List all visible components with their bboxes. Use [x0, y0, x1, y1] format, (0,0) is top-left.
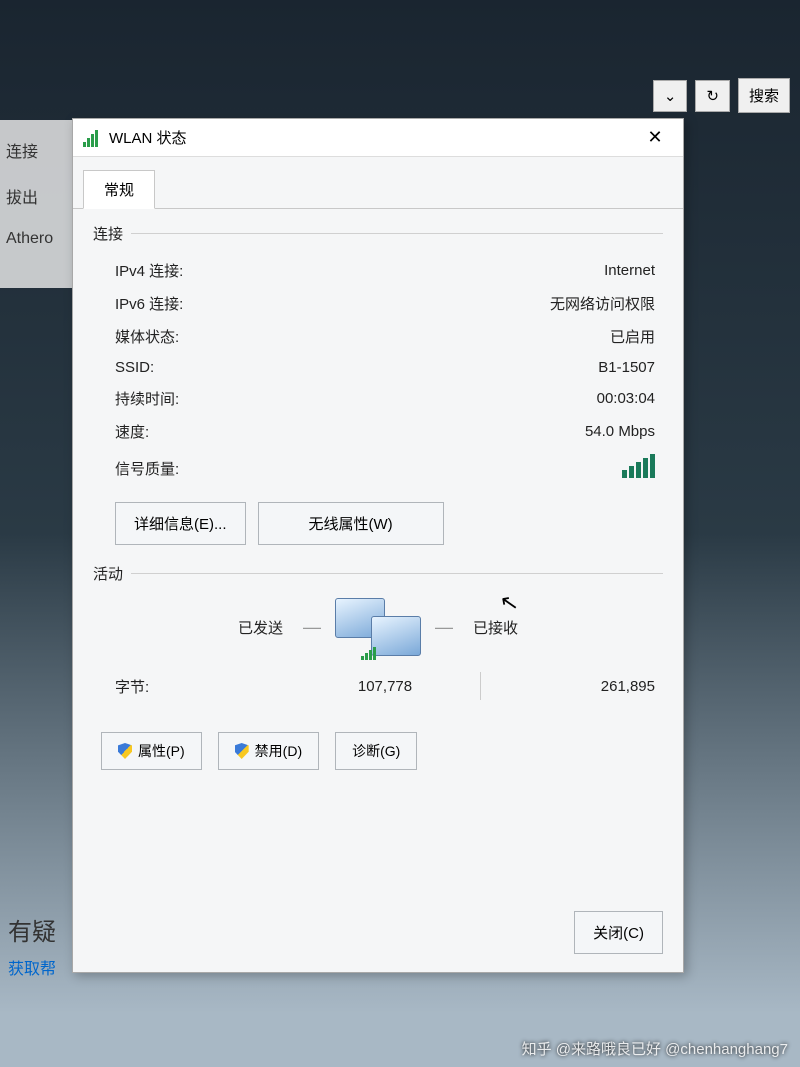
media-state-label: 媒体状态:	[115, 326, 179, 347]
watermark: 知乎 @来路哦良已好 @chenhanghang7	[522, 1038, 788, 1059]
signal-bars-icon	[622, 454, 655, 478]
row-signal: 信号质量:	[93, 448, 663, 488]
disable-button-label: 禁用(D)	[255, 741, 302, 761]
divider	[131, 233, 663, 234]
received-label: 已接收	[467, 617, 663, 638]
bg-help-link[interactable]: 获取帮	[8, 955, 56, 979]
section-connection-label: 连接	[93, 223, 123, 244]
media-state-value: 已启用	[610, 326, 655, 347]
network-monitors-icon	[335, 598, 421, 656]
vertical-divider	[480, 672, 481, 700]
ipv4-value: Internet	[604, 262, 655, 279]
section-activity-label: 活动	[93, 563, 123, 584]
close-button[interactable]: 关闭(C)	[574, 911, 663, 954]
diagnose-button-label: 诊断(G)	[352, 741, 400, 761]
speed-label: 速度:	[115, 421, 149, 442]
shield-icon	[235, 743, 249, 759]
dialog-title: WLAN 状态	[109, 127, 635, 148]
dialog-content: 连接 IPv4 连接: Internet IPv6 连接: 无网络访问权限 媒体…	[73, 213, 683, 897]
properties-button-label: 属性(P)	[138, 741, 185, 761]
activity-graphic: 已发送 — — 已接收	[93, 598, 663, 656]
ipv4-label: IPv4 连接:	[115, 260, 183, 281]
bg-question-text: 有疑	[8, 912, 56, 947]
dialog-titlebar[interactable]: WLAN 状态 ✕	[73, 119, 683, 157]
ssid-label: SSID:	[115, 359, 154, 376]
details-button[interactable]: 详细信息(E)...	[115, 502, 246, 545]
diagnose-button[interactable]: 诊断(G)	[335, 732, 417, 770]
wlan-status-dialog: WLAN 状态 ✕ 常规 连接 IPv4 连接: Internet IPv6 连…	[72, 118, 684, 973]
dash-icon: —	[435, 617, 453, 638]
section-connection-header: 连接	[93, 223, 663, 244]
ssid-value: B1-1507	[598, 359, 655, 376]
dialog-footer: 关闭(C)	[73, 897, 683, 972]
sent-label: 已发送	[93, 617, 289, 638]
bg-sidebar-item: Athero	[6, 230, 66, 248]
row-duration: 持续时间: 00:03:04	[93, 382, 663, 415]
divider	[131, 573, 663, 574]
bg-sidebar-header: 连接	[6, 138, 66, 162]
row-speed: 速度: 54.0 Mbps	[93, 415, 663, 448]
bytes-received-value: 261,895	[496, 678, 655, 695]
mini-signal-icon	[361, 646, 376, 660]
duration-label: 持续时间:	[115, 388, 179, 409]
row-ipv4: IPv4 连接: Internet	[93, 254, 663, 287]
search-input[interactable]: 搜索	[738, 78, 790, 113]
explorer-toolbar: ⌄ ↻ 搜索	[653, 78, 790, 113]
bytes-row: 字节: 107,778 261,895	[93, 668, 663, 704]
activity-buttons: 属性(P) 禁用(D) 诊断(G)	[101, 732, 663, 770]
refresh-icon[interactable]: ↻	[695, 80, 730, 112]
ipv6-value: 无网络访问权限	[550, 293, 655, 314]
tab-general[interactable]: 常规	[83, 170, 155, 209]
properties-button[interactable]: 属性(P)	[101, 732, 202, 770]
row-ipv6: IPv6 连接: 无网络访问权限	[93, 287, 663, 320]
ipv6-label: IPv6 连接:	[115, 293, 183, 314]
connection-buttons: 详细信息(E)... 无线属性(W)	[115, 502, 663, 545]
background-sidebar: 连接 拔出 Athero	[0, 120, 72, 288]
dash-icon: —	[303, 617, 321, 638]
activity-section: 活动 已发送 — — 已接收 字节: 107,778	[93, 563, 663, 770]
bytes-sent-value: 107,778	[306, 678, 465, 695]
bytes-label: 字节:	[115, 676, 306, 697]
section-activity-header: 活动	[93, 563, 663, 584]
row-ssid: SSID: B1-1507	[93, 353, 663, 382]
bg-sidebar-item: 拔出	[6, 184, 66, 208]
disable-button[interactable]: 禁用(D)	[218, 732, 319, 770]
address-dropdown-icon[interactable]: ⌄	[653, 80, 688, 112]
signal-quality-label: 信号质量:	[115, 458, 179, 479]
tab-strip: 常规	[73, 157, 683, 209]
wireless-properties-button[interactable]: 无线属性(W)	[258, 502, 444, 545]
close-icon[interactable]: ✕	[635, 123, 675, 153]
speed-value: 54.0 Mbps	[585, 423, 655, 440]
wifi-signal-icon	[83, 129, 101, 147]
shield-icon	[118, 743, 132, 759]
duration-value: 00:03:04	[597, 390, 655, 407]
signal-quality-value	[622, 454, 655, 482]
row-media: 媒体状态: 已启用	[93, 320, 663, 353]
